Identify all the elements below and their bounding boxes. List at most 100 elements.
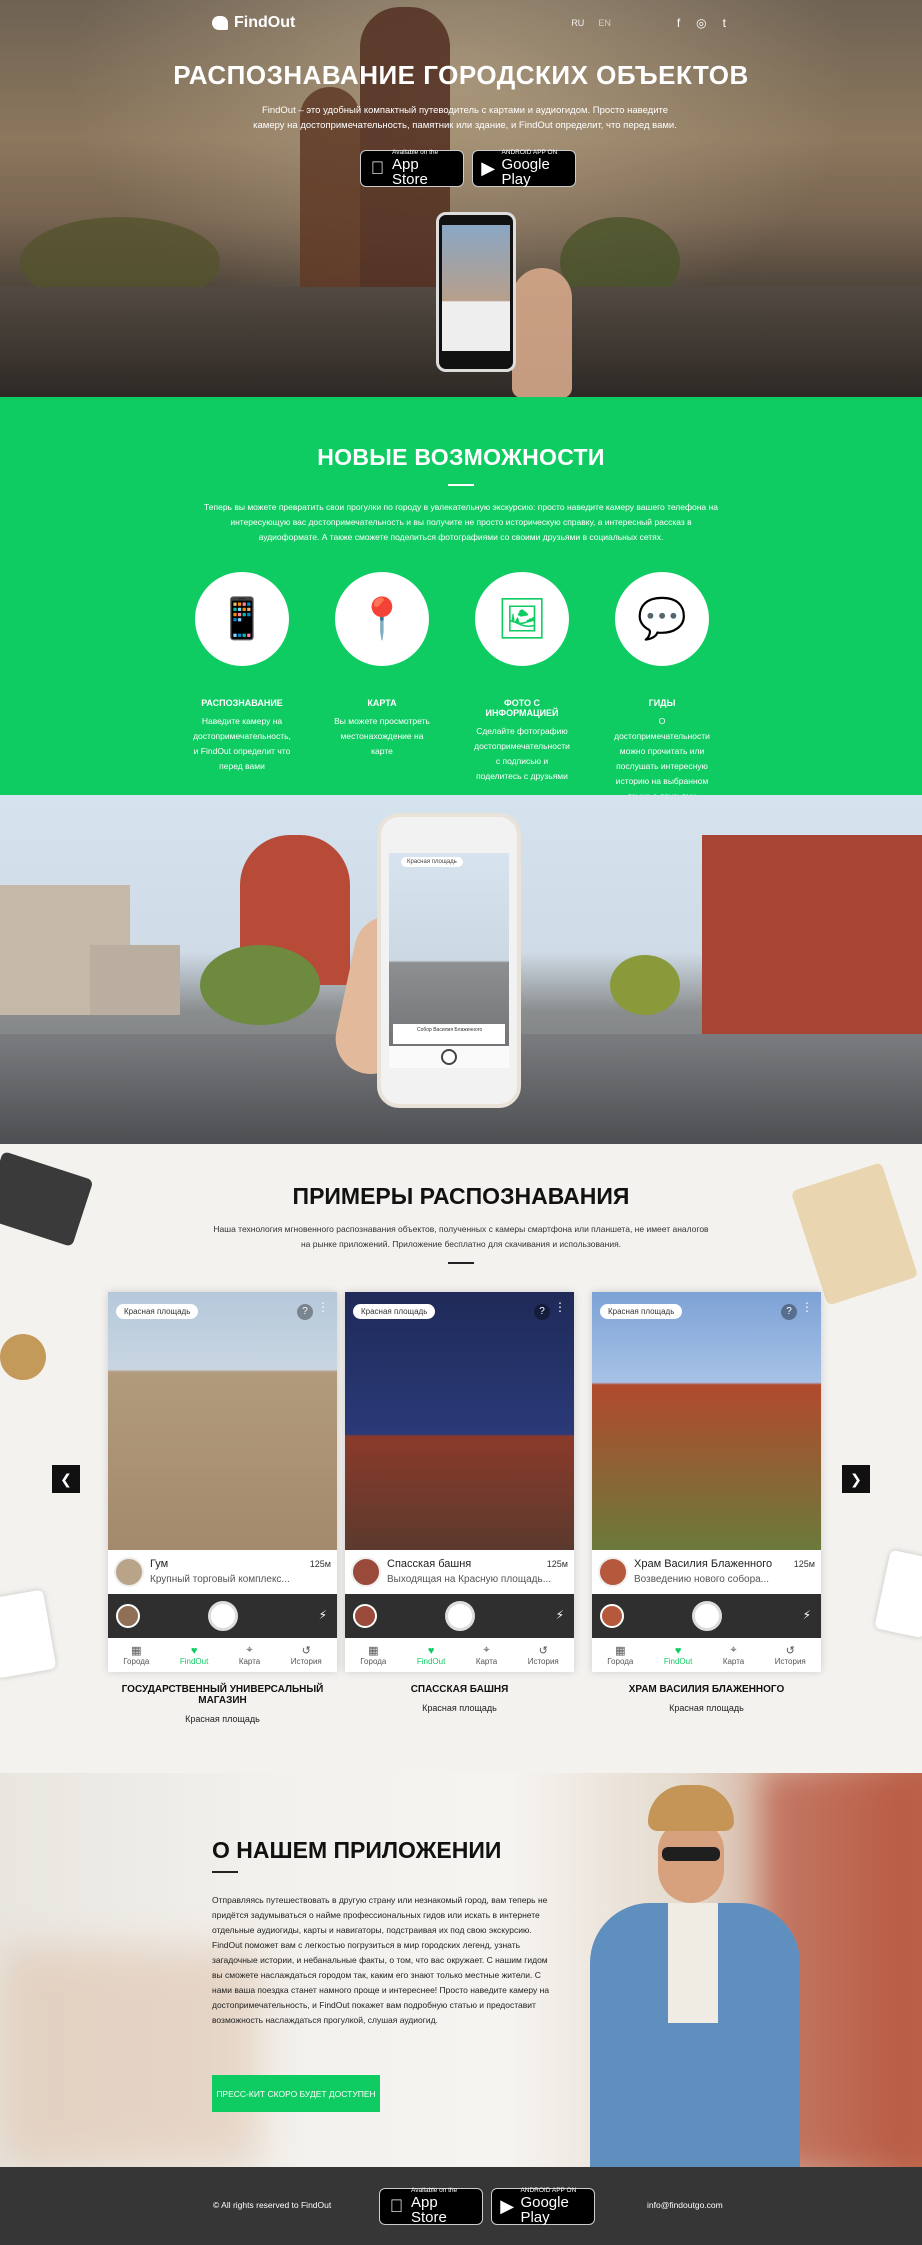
gallery-thumb[interactable] — [353, 1604, 377, 1628]
phone-mockup: Красная площадь Собор Василия Блаженного — [377, 813, 521, 1108]
card-image: Красная площадь ? ⋮ — [592, 1292, 821, 1550]
shutter-button[interactable] — [691, 1601, 722, 1631]
tab-findout[interactable]: ♥ FindOut — [417, 1645, 445, 1666]
press-kit-button[interactable]: ПРЕСС-КИТ СКОРО БУДЕТ ДОСТУПЕН — [212, 2075, 380, 2112]
google-play-button[interactable]: ▶ ANDROID APP ON Google Play — [472, 150, 576, 187]
features-list: 📱 РАСПОЗНАВАНИЕ Наведите камеру на досто… — [192, 572, 712, 804]
shutter-button[interactable] — [207, 1601, 238, 1631]
card-location-pill: Красная площадь — [353, 1304, 436, 1319]
card-name: Храм Василия Блаженного — [634, 1558, 773, 1570]
app-store-label: App Store — [392, 155, 428, 188]
tab-cities[interactable]: ▦ Города — [123, 1644, 149, 1666]
hero-section: FindOut RU EN f ◎ t РАСПОЗНАВАНИЕ ГОРОДС… — [0, 0, 922, 397]
findout-icon: ♥ — [674, 1644, 682, 1657]
feature-icon-circle: 💬 — [615, 572, 709, 666]
features-divider — [448, 484, 474, 486]
example-cards: Красная площадь ? ⋮ Гум 125м Крупный тор… — [108, 1292, 821, 1672]
chat-icon: 💬 — [637, 597, 687, 641]
footer-google-play-button[interactable]: ▶ ANDROID APP ON Google Play — [491, 2188, 595, 2225]
hero-title: РАСПОЗНАВАНИЕ ГОРОДСКИХ ОБЪЕКТОВ — [173, 60, 749, 90]
gallery-thumb[interactable] — [600, 1604, 624, 1628]
caption-title: ГОСУДАРСТВЕННЫЙ УНИВЕРСАЛЬНЫЙ МАГАЗИН — [121, 1684, 324, 1706]
hero-description: FindOut – это удобный компактный путевод… — [253, 105, 677, 131]
card-location-pill: Красная площадь — [116, 1304, 199, 1319]
phone-screen: Красная площадь Собор Василия Блаженного — [389, 853, 509, 1068]
features-title: НОВЫЕ ВОЗМОЖНОСТИ — [317, 444, 605, 470]
tab-label: FindOut — [416, 1656, 446, 1666]
traveler-face — [658, 1821, 724, 1903]
apple-icon:  — [388, 2196, 405, 2217]
help-icon[interactable]: ? — [781, 1304, 797, 1320]
tab-map[interactable]: ⌖ Карта — [239, 1644, 260, 1666]
carousel-prev-button[interactable]: ❮ — [52, 1465, 80, 1493]
caption-gum: ГОСУДАРСТВЕННЫЙ УНИВЕРСАЛЬНЫЙ МАГАЗИН Кр… — [108, 1684, 337, 1724]
tab-map[interactable]: ⌖ Карта — [723, 1644, 744, 1666]
tab-findout[interactable]: ♥ FindOut — [664, 1645, 692, 1666]
hat-icon — [648, 1785, 734, 1831]
feature-icon-circle: 📱 — [195, 572, 289, 666]
about-title: О НАШЕМ ПРИЛОЖЕНИИ — [212, 1837, 502, 1863]
card-avatar — [598, 1557, 628, 1587]
tab-map[interactable]: ⌖ Карта — [476, 1644, 497, 1666]
tab-history[interactable]: ↺ История — [291, 1644, 322, 1666]
facebook-icon[interactable]: f — [677, 16, 680, 30]
lang-en[interactable]: EN — [598, 18, 611, 28]
help-icon[interactable]: ? — [534, 1304, 550, 1320]
flash-off-icon[interactable]: ⚡ — [803, 1608, 811, 1622]
caption-basil: ХРАМ ВАСИЛИЯ БЛАЖЕННОГО Красная площадь — [592, 1684, 821, 1724]
tree-right — [610, 955, 680, 1015]
logo-icon — [212, 16, 228, 30]
card-info-row: Гум 125м Крупный торговый комплекс... — [108, 1550, 337, 1594]
card-name: Спасская башня — [387, 1558, 472, 1570]
logo[interactable]: FindOut — [212, 14, 295, 32]
polaroid-left-decoration — [0, 1589, 57, 1679]
help-icon[interactable]: ? — [297, 1304, 313, 1320]
example-card-spasskaya[interactable]: Красная площадь ? ⋮ Спасская башня 125м … — [345, 1292, 574, 1672]
tab-cities[interactable]: ▦ Города — [360, 1644, 386, 1666]
history-icon: ↺ — [538, 1645, 548, 1657]
red-square-photo: Красная площадь Собор Василия Блаженного — [0, 795, 922, 1144]
tab-cities[interactable]: ▦ Города — [607, 1644, 633, 1666]
example-card-gum[interactable]: Красная площадь ? ⋮ Гум 125м Крупный тор… — [108, 1292, 337, 1672]
google-play-label: Google Play — [501, 155, 550, 188]
app-store-button[interactable]:  Available on theApp Store — [360, 150, 464, 187]
tab-findout[interactable]: ♥ FindOut — [180, 1645, 208, 1666]
lang-ru[interactable]: RU — [571, 18, 584, 28]
card-distance: 125м — [793, 1559, 815, 1569]
shutter-button[interactable] — [444, 1601, 475, 1631]
traveler-tee — [668, 1903, 718, 2023]
tab-label: Карта — [722, 1657, 745, 1666]
card-distance: 125м — [309, 1559, 331, 1569]
tab-label: Города — [123, 1657, 150, 1666]
features-description: Теперь вы можете превратить свои прогулк… — [204, 502, 718, 542]
instagram-icon[interactable]: ◎ — [696, 16, 706, 30]
flash-off-icon[interactable]: ⚡ — [319, 1608, 327, 1622]
example-card-basil[interactable]: Красная площадь ? ⋮ Храм Василия Блаженн… — [592, 1292, 821, 1672]
carousel-next-button[interactable]: ❯ — [842, 1465, 870, 1493]
cities-icon: ▦ — [131, 1645, 142, 1657]
google-play-label: Google Play — [520, 2193, 569, 2226]
more-icon[interactable]: ⋮ — [801, 1301, 813, 1313]
tab-history[interactable]: ↺ История — [528, 1644, 559, 1666]
caption-location: Красная площадь — [422, 1703, 497, 1713]
phone-hand-icon: 📱 — [217, 597, 267, 641]
social-links: f ◎ t — [677, 16, 726, 30]
feature-photo: 🖼 ФОТО С ИНФОРМАЦИЕЙ Сделайте фотографию… — [472, 572, 572, 804]
twitter-icon[interactable]: t — [723, 16, 726, 30]
tab-history[interactable]: ↺ История — [775, 1644, 806, 1666]
more-icon[interactable]: ⋮ — [554, 1301, 566, 1313]
caption-title: ХРАМ ВАСИЛИЯ БЛАЖЕННОГО — [628, 1684, 785, 1695]
hero-store-buttons:  Available on theApp Store ▶ ANDROID AP… — [360, 150, 576, 187]
tab-label: История — [290, 1657, 322, 1666]
hero-hand — [512, 268, 572, 397]
gallery-thumb[interactable] — [116, 1604, 140, 1628]
feature-icon-circle: 🖼 — [475, 572, 569, 666]
contact-email[interactable]: info@findoutgo.com — [647, 2200, 723, 2210]
feature-text: Наведите камеру на достопримечательность… — [193, 716, 291, 771]
footer-app-store-button[interactable]:  Available on theApp Store — [379, 2188, 483, 2225]
photos-icon: 🖼 — [496, 597, 548, 641]
feature-recognition: 📱 РАСПОЗНАВАНИЕ Наведите камеру на досто… — [192, 572, 292, 804]
card-avatar — [114, 1557, 144, 1587]
more-icon[interactable]: ⋮ — [317, 1301, 329, 1313]
flash-off-icon[interactable]: ⚡ — [556, 1608, 564, 1622]
